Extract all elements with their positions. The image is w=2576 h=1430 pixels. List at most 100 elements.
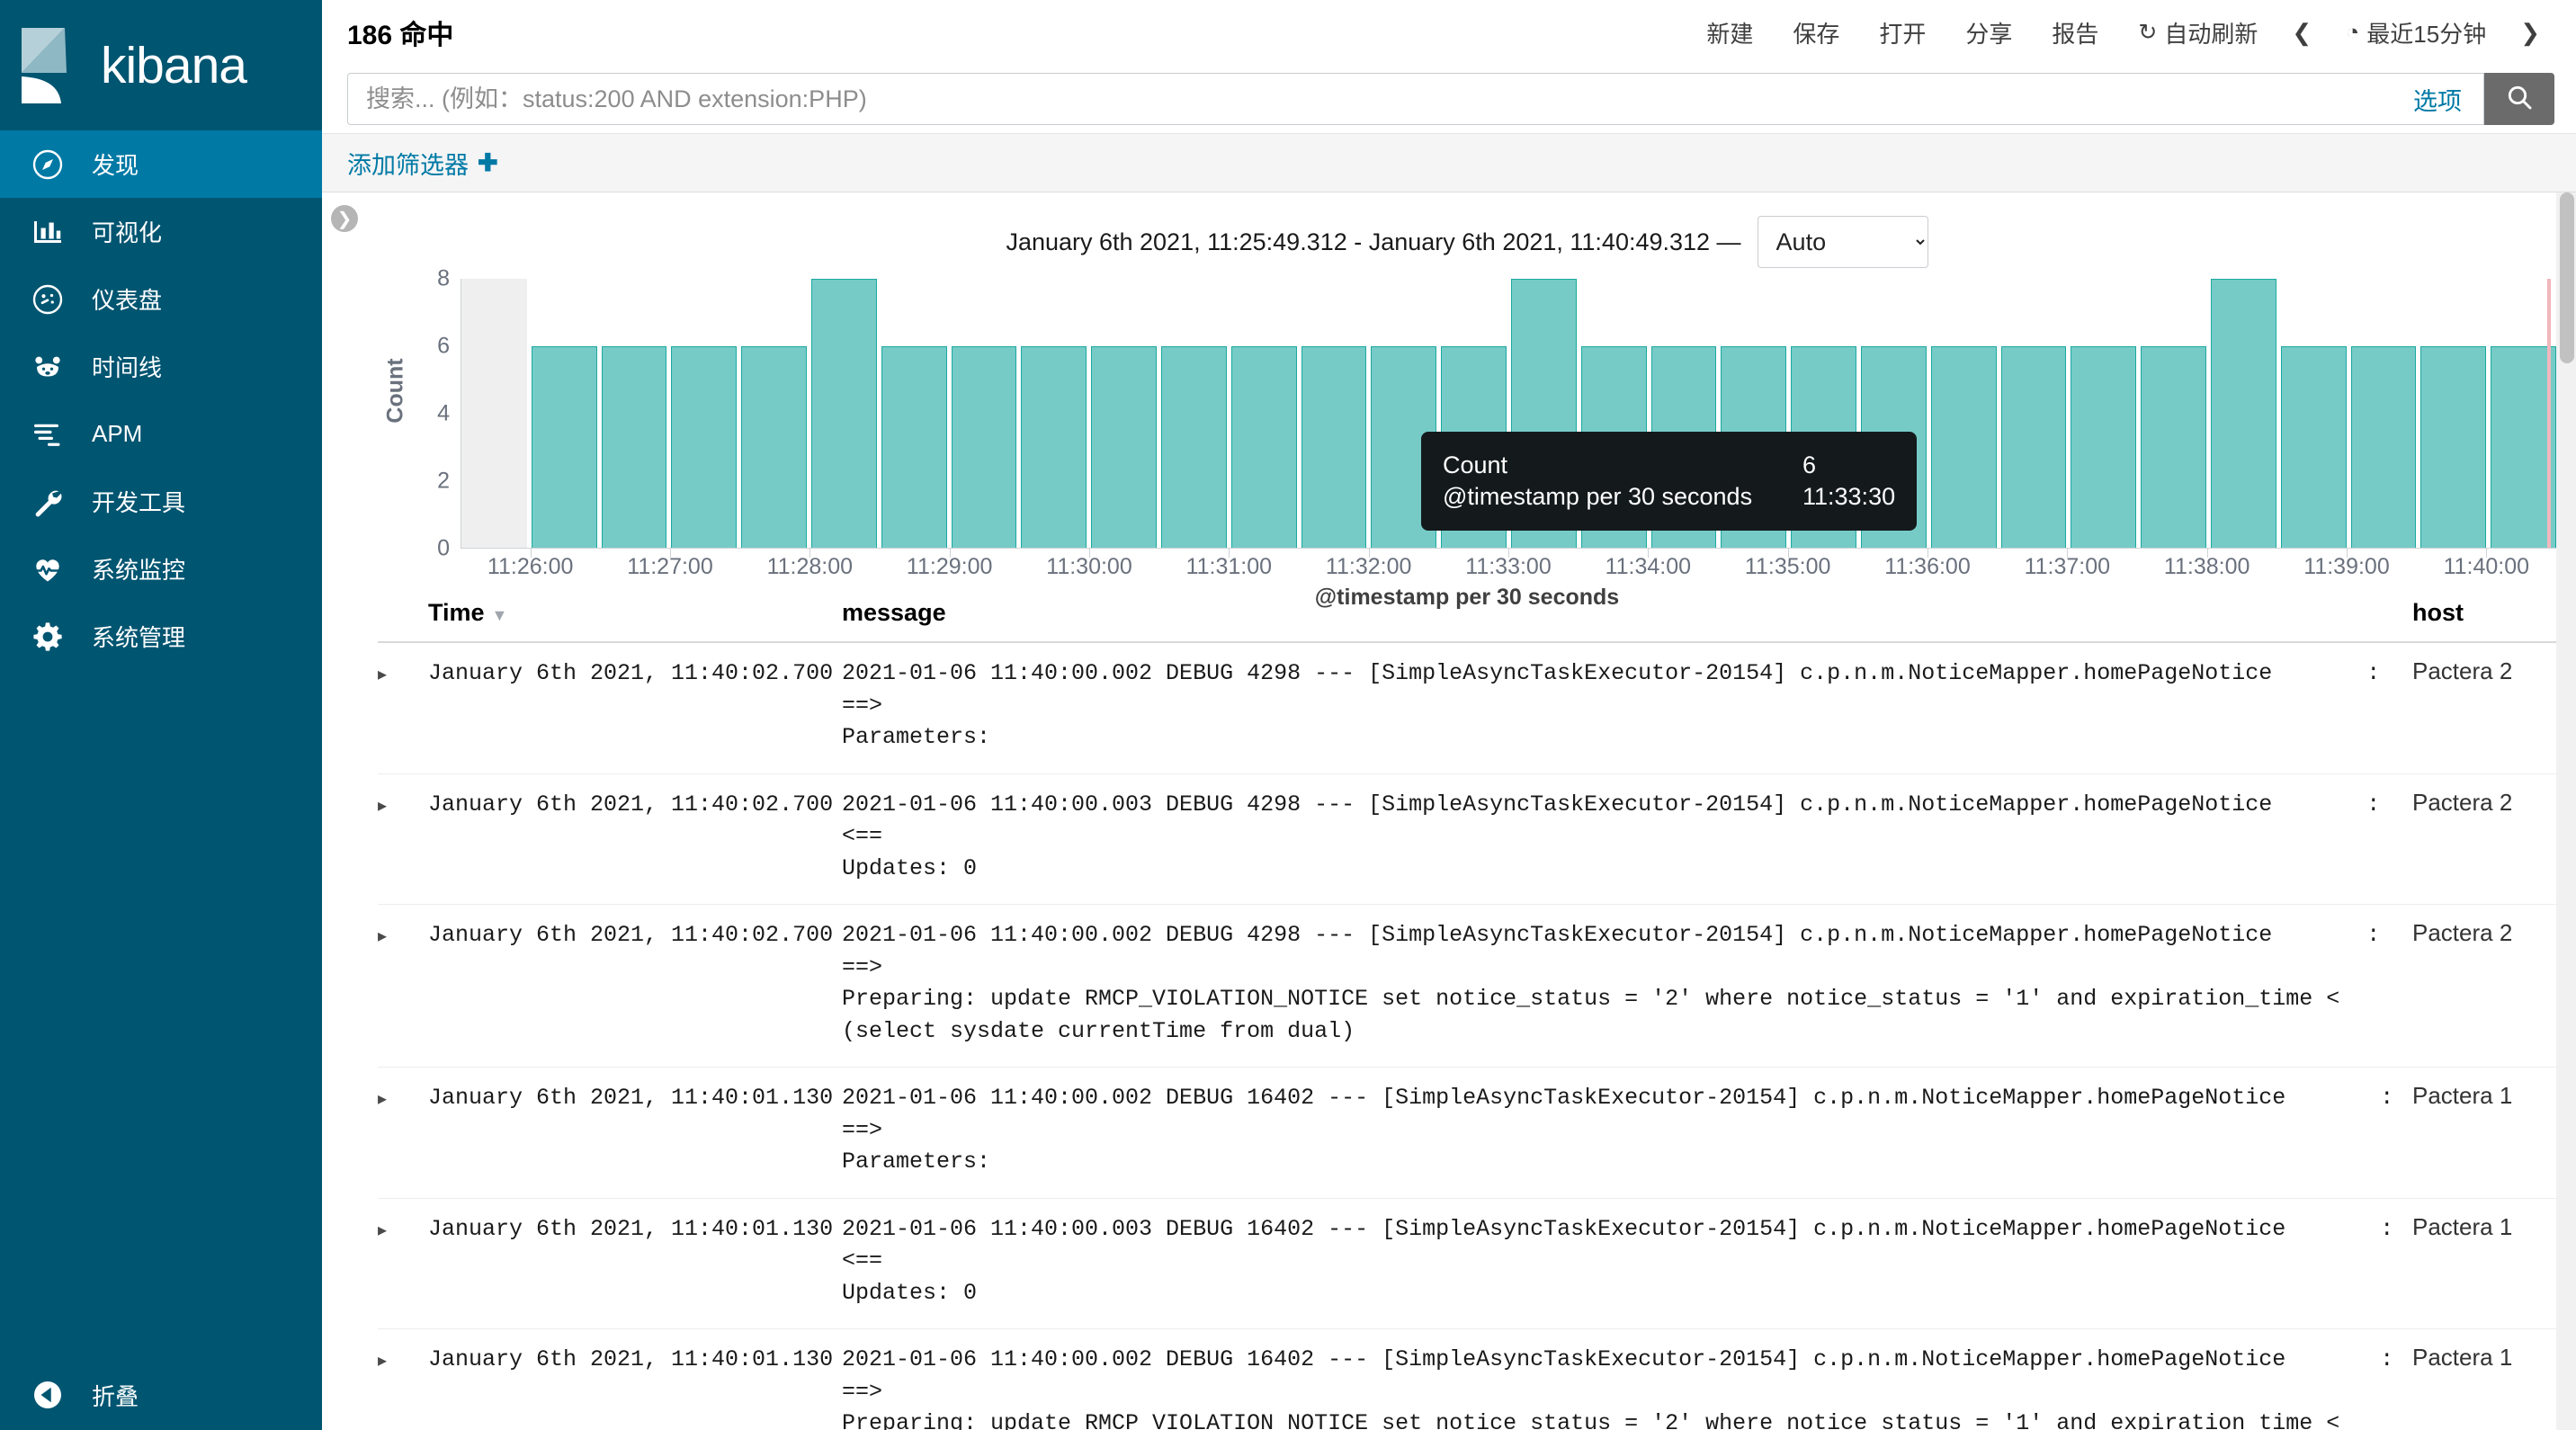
bar-slot[interactable] [1091, 279, 1157, 549]
bar-slot[interactable] [811, 279, 877, 549]
bar-slot[interactable] [881, 279, 947, 549]
x-axis-title: @timestamp per 30 seconds [378, 585, 2556, 611]
bar-slot[interactable] [2420, 279, 2486, 549]
x-axis-tick-label: 11:28:00 [767, 554, 853, 580]
auto-refresh-button[interactable]: ↻ 自动刷新 [2118, 11, 2277, 55]
sidebar-item-apm[interactable]: APM [0, 400, 322, 468]
histogram-bar[interactable] [811, 279, 877, 549]
hits-count-value: 186 [347, 21, 392, 50]
sidebar-item-visualize[interactable]: 可视化 [0, 198, 322, 265]
x-axis-tick-label: 11:37:00 [2025, 554, 2110, 580]
y-axis-tick: 2 [437, 469, 450, 495]
expand-sidebar-panel-button[interactable]: ❯ [331, 205, 358, 232]
histogram-bar[interactable] [2211, 279, 2276, 549]
search-input[interactable] [364, 85, 2413, 114]
new-button[interactable]: 新建 [1686, 11, 1773, 55]
collapse-left-arrow-icon [31, 1378, 65, 1412]
brand-name: kibana [101, 36, 246, 95]
sidebar-item-timelion[interactable]: 时间线 [0, 333, 322, 400]
filter-bar: 添加筛选器 ✚ [322, 133, 2576, 192]
histogram-bar[interactable] [2281, 346, 2347, 549]
bar-slot[interactable] [461, 279, 527, 549]
bar-slot[interactable] [952, 279, 1017, 549]
sidebar-item-label: APM [92, 420, 142, 448]
x-axis-tick-label: 11:31:00 [1186, 554, 1272, 580]
table-row: ▸January 6th 2021, 11:40:01.1302021-01-0… [378, 1329, 2556, 1430]
bar-slot[interactable] [2281, 279, 2347, 549]
expand-row-caret-icon[interactable]: ▸ [378, 926, 387, 946]
expand-row-cell: ▸ [378, 789, 428, 817]
histogram-bar[interactable] [952, 346, 1017, 549]
expand-row-caret-icon[interactable]: ▸ [378, 665, 387, 684]
sidebar-item-monitoring[interactable]: 系统监控 [0, 535, 322, 603]
histogram-bar[interactable] [2001, 346, 2067, 549]
table-row: ▸January 6th 2021, 11:40:02.7002021-01-0… [378, 774, 2556, 906]
expand-row-caret-icon[interactable]: ▸ [378, 796, 387, 816]
bar-slot[interactable] [1161, 279, 1227, 549]
time-prev-button[interactable]: ❮ [2277, 13, 2326, 52]
histogram-bar[interactable] [2141, 346, 2206, 549]
clock-icon: ◔ [2346, 20, 2359, 46]
save-button[interactable]: 保存 [1773, 11, 1859, 55]
histogram-bar[interactable] [741, 346, 807, 549]
expand-row-caret-icon[interactable]: ▸ [378, 1220, 387, 1240]
histogram-bar[interactable] [1231, 346, 1297, 549]
search-submit-button[interactable] [2484, 73, 2554, 125]
vertical-scrollbar[interactable] [2556, 192, 2576, 1430]
current-time-marker [2547, 279, 2551, 549]
bar-slot[interactable] [741, 279, 807, 549]
add-filter-button[interactable]: 添加筛选器 ✚ [347, 146, 498, 181]
bar-slot[interactable] [2141, 279, 2206, 549]
cell-time: January 6th 2021, 11:40:02.700 [428, 657, 842, 690]
apm-icon [31, 417, 65, 451]
share-button[interactable]: 分享 [1945, 11, 2032, 55]
bar-slot[interactable] [2351, 279, 2417, 549]
sidebar-collapse-button[interactable]: 折叠 [0, 1360, 322, 1430]
reporting-button[interactable]: 报告 [2032, 11, 2118, 55]
bar-slot[interactable] [1231, 279, 1297, 549]
search-options-link[interactable]: 选项 [2413, 82, 2467, 117]
bar-slot[interactable] [671, 279, 737, 549]
histogram-bar[interactable] [1931, 346, 1997, 549]
expand-row-caret-icon[interactable]: ▸ [378, 1089, 387, 1109]
bar-slot[interactable] [602, 279, 667, 549]
histogram-bar[interactable] [1021, 346, 1087, 549]
histogram-bar[interactable] [602, 346, 667, 549]
histogram-bar[interactable] [1161, 346, 1227, 549]
expand-row-caret-icon[interactable]: ▸ [378, 1351, 387, 1371]
histogram-bar[interactable] [532, 346, 597, 549]
bar-slot[interactable] [532, 279, 597, 549]
histogram-bar[interactable] [2071, 346, 2136, 549]
sidebar-item-devtools[interactable]: 开发工具 [0, 468, 322, 535]
histogram-bar[interactable] [1301, 346, 1367, 549]
cell-time: January 6th 2021, 11:40:01.130 [428, 1344, 842, 1376]
bar-slot[interactable] [2211, 279, 2276, 549]
bar-slot[interactable] [1021, 279, 1087, 549]
histogram-bar[interactable] [2351, 346, 2417, 549]
kibana-logo-icon [20, 26, 81, 105]
scrollbar-thumb[interactable] [2560, 192, 2574, 363]
histogram-bar[interactable] [671, 346, 737, 549]
cell-time: January 6th 2021, 11:40:02.700 [428, 789, 842, 821]
bar-slot[interactable] [2071, 279, 2136, 549]
bar-slot[interactable] [2001, 279, 2067, 549]
bar-slot[interactable] [1931, 279, 1997, 549]
bar-slot[interactable] [2491, 279, 2556, 549]
sidebar-item-discover[interactable]: 发现 [0, 130, 322, 198]
search-input-container[interactable]: 选项 [347, 73, 2484, 125]
gear-icon [31, 620, 65, 654]
histogram-bar[interactable] [1091, 346, 1157, 549]
time-next-button[interactable]: ❯ [2506, 13, 2554, 52]
interval-select[interactable]: AutoMillisecondSecondMinuteHourlyDailyWe… [1758, 216, 1928, 268]
histogram-chart: Count 02468 11:26:0011:27:0011:28:0011:2… [378, 279, 2556, 576]
bar-slot[interactable] [1301, 279, 1367, 549]
sidebar-item-dashboard[interactable]: 仪表盘 [0, 265, 322, 333]
timepicker-button[interactable]: ◔ 最近15分钟 [2326, 11, 2506, 55]
open-button[interactable]: 打开 [1859, 11, 1945, 55]
cell-host: Pactera 1 [2412, 1213, 2556, 1241]
content-area: ❯ January 6th 2021, 11:25:49.312 - Janua… [322, 192, 2576, 1430]
sidebar-item-management[interactable]: 系统管理 [0, 603, 322, 670]
histogram-bar[interactable] [2420, 346, 2486, 549]
histogram-bar[interactable] [2491, 346, 2556, 549]
histogram-bar[interactable] [881, 346, 947, 549]
